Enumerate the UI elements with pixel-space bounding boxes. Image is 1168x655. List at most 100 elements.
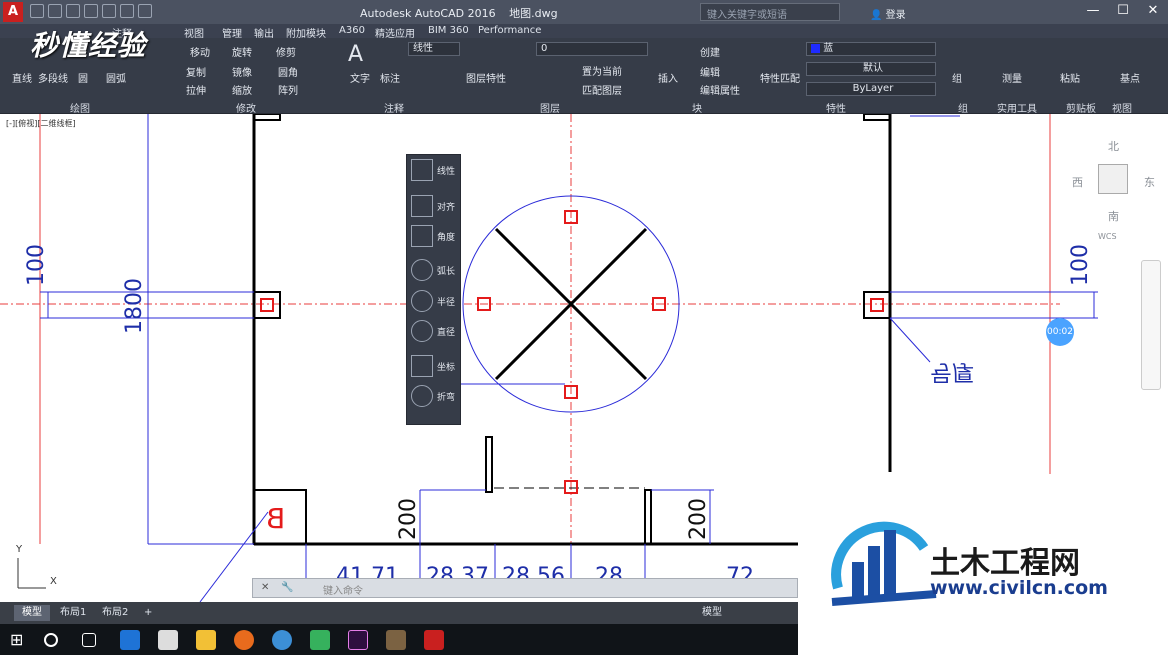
- viewcube[interactable]: 北 西 东 南 WCS: [1070, 134, 1160, 244]
- layer-properties-button[interactable]: 图层特性: [466, 70, 506, 85]
- model-space-toggle[interactable]: 模型: [694, 605, 730, 621]
- menu-item-ordinate[interactable]: 坐标: [407, 351, 462, 381]
- menu-item-jogged[interactable]: 折弯: [407, 381, 462, 411]
- lineweight-dropdown[interactable]: ByLayer: [806, 82, 936, 96]
- wrench-icon[interactable]: 🔧: [281, 582, 293, 593]
- menu-item-angular[interactable]: 角度: [407, 221, 462, 251]
- edit-attributes-button[interactable]: 编辑属性: [700, 82, 740, 97]
- trim-button[interactable]: 修剪: [276, 44, 296, 59]
- dim-text-200-right[interactable]: 200: [686, 498, 711, 540]
- wcs-label[interactable]: WCS: [1098, 232, 1117, 241]
- polyline-button[interactable]: 多段线: [38, 70, 68, 85]
- autocad-logo-icon[interactable]: A: [3, 2, 23, 22]
- annotation-panel-title[interactable]: 注释: [384, 100, 404, 115]
- measure-button[interactable]: 测量: [1002, 70, 1022, 85]
- viewcube-south[interactable]: 南: [1108, 208, 1119, 224]
- match-layer-button[interactable]: 匹配图层: [582, 82, 622, 97]
- menu-item-linear[interactable]: 线性: [407, 155, 462, 185]
- linear-dim-split-button[interactable]: 线性: [408, 42, 460, 56]
- task-view-icon[interactable]: [82, 633, 96, 647]
- tab-bim360[interactable]: BIM 360: [428, 25, 469, 36]
- maximize-button[interactable]: ☐: [1108, 0, 1138, 24]
- line-button[interactable]: 直线: [12, 70, 32, 85]
- match-properties-button[interactable]: 特性匹配: [760, 70, 800, 85]
- dimension-button[interactable]: 标注: [380, 70, 400, 85]
- menu-item-arc-length[interactable]: 弧长: [407, 255, 462, 285]
- draw-panel-title[interactable]: 绘图: [70, 100, 90, 115]
- set-current-button[interactable]: 置为当前: [582, 63, 622, 78]
- search-icon[interactable]: [44, 633, 58, 647]
- view-panel-title[interactable]: 视图: [1112, 100, 1132, 115]
- annotation-text[interactable]: 号厚: [930, 358, 974, 390]
- tab-performance[interactable]: Performance: [478, 25, 541, 36]
- block-panel-title[interactable]: 块: [692, 100, 702, 115]
- stretch-button[interactable]: 拉伸: [186, 82, 206, 97]
- file-explorer-icon[interactable]: [196, 630, 216, 650]
- viewcube-top-face[interactable]: [1098, 164, 1128, 194]
- minimize-button[interactable]: —: [1078, 0, 1108, 24]
- linetype-dropdown[interactable]: 默认: [806, 62, 936, 76]
- edit-block-button[interactable]: 编辑: [700, 64, 720, 79]
- open-icon[interactable]: [48, 4, 62, 18]
- array-button[interactable]: 阵列: [278, 82, 298, 97]
- circle-button[interactable]: 圆: [78, 70, 88, 85]
- navigation-bar[interactable]: [1141, 260, 1161, 390]
- viewcube-north[interactable]: 北: [1108, 138, 1119, 154]
- edge-icon[interactable]: [120, 630, 140, 650]
- groups-panel-title[interactable]: 组: [958, 100, 968, 115]
- arc-button[interactable]: 圆弧: [106, 70, 126, 85]
- new-icon[interactable]: [30, 4, 44, 18]
- browser-icon[interactable]: [272, 630, 292, 650]
- windows-start-icon[interactable]: ⊞: [10, 630, 30, 650]
- color-dropdown[interactable]: 蓝: [806, 42, 936, 56]
- autocad-taskbar-icon[interactable]: [424, 630, 444, 650]
- undo-icon[interactable]: [120, 4, 134, 18]
- print-icon[interactable]: [102, 4, 116, 18]
- tab-a360[interactable]: A360: [339, 25, 365, 36]
- layer-dropdown[interactable]: 0: [536, 42, 648, 56]
- premiere-icon[interactable]: [348, 630, 368, 650]
- modify-panel-title[interactable]: 修改: [236, 100, 256, 115]
- menu-item-radius[interactable]: 半径: [407, 286, 462, 316]
- dim-text-200-left[interactable]: 200: [396, 498, 421, 540]
- tab-model[interactable]: 模型: [14, 605, 50, 621]
- copy-button[interactable]: 复制: [186, 64, 206, 79]
- properties-panel-title[interactable]: 特性: [826, 100, 846, 115]
- dim-text-1800[interactable]: 1800: [122, 278, 147, 334]
- login-button[interactable]: 👤 登录: [870, 6, 906, 21]
- fillet-button[interactable]: 圆角: [278, 64, 298, 79]
- close-icon[interactable]: ✕: [261, 582, 269, 593]
- redo-icon[interactable]: [138, 4, 152, 18]
- tab-layout2[interactable]: 布局2: [94, 605, 136, 621]
- base-button[interactable]: 基点: [1120, 70, 1140, 85]
- utilities-panel-title[interactable]: 实用工具: [997, 100, 1037, 115]
- text-button[interactable]: 文字: [350, 70, 370, 85]
- scale-button[interactable]: 缩放: [232, 82, 252, 97]
- rotate-button[interactable]: 旋转: [232, 44, 252, 59]
- viewcube-east[interactable]: 东: [1144, 174, 1155, 190]
- save-icon[interactable]: [66, 4, 80, 18]
- command-input[interactable]: 键入命令: [323, 582, 363, 597]
- group-button[interactable]: 组: [952, 70, 962, 85]
- add-layout-icon[interactable]: +: [136, 605, 160, 621]
- media-player-icon[interactable]: [310, 630, 330, 650]
- move-button[interactable]: 移动: [190, 44, 210, 59]
- room-label-b[interactable]: B: [266, 502, 285, 535]
- mirror-button[interactable]: 镜像: [232, 64, 252, 79]
- dim-text-100-left[interactable]: 100: [24, 244, 49, 286]
- save-as-icon[interactable]: [84, 4, 98, 18]
- create-block-button[interactable]: 创建: [700, 44, 720, 59]
- avatar-app-icon[interactable]: [386, 630, 406, 650]
- paste-button[interactable]: 粘贴: [1060, 70, 1080, 85]
- firefox-icon[interactable]: [234, 630, 254, 650]
- tab-layout1[interactable]: 布局1: [52, 605, 94, 621]
- layers-panel-title[interactable]: 图层: [540, 100, 560, 115]
- menu-item-diameter[interactable]: 直径: [407, 316, 462, 346]
- insert-button[interactable]: 插入: [658, 70, 678, 85]
- clipboard-panel-title[interactable]: 剪贴板: [1066, 100, 1096, 115]
- close-button[interactable]: ✕: [1138, 0, 1168, 24]
- mail-icon[interactable]: [158, 630, 178, 650]
- command-line[interactable]: ✕ 🔧 键入命令: [252, 578, 798, 598]
- search-input[interactable]: 键入关键字或短语: [700, 3, 840, 21]
- viewcube-west[interactable]: 西: [1072, 174, 1083, 190]
